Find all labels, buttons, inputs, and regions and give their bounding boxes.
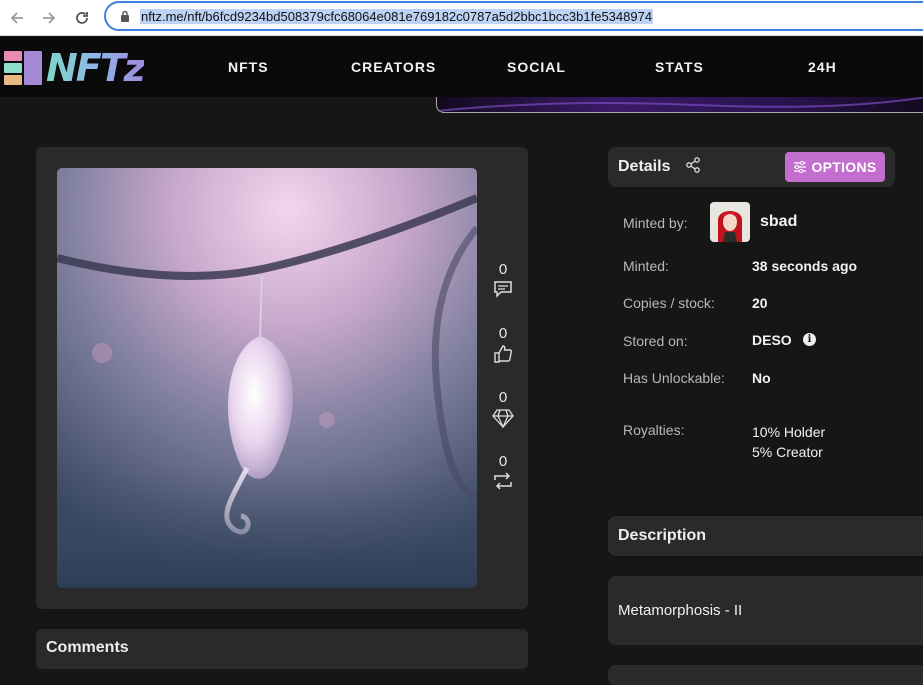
copies-label: Copies / stock: xyxy=(623,295,715,311)
stored-on-label: Stored on: xyxy=(623,333,688,349)
share-icon[interactable] xyxy=(685,157,701,173)
repost-count: 0 xyxy=(498,453,508,470)
diamond-icon xyxy=(492,409,514,428)
description-title: Description xyxy=(618,527,707,544)
options-button[interactable]: OPTIONS xyxy=(785,152,885,182)
like-stat[interactable]: 0 xyxy=(490,325,516,364)
minted-value: 38 seconds ago xyxy=(752,258,858,274)
unlockable-label: Has Unlockable: xyxy=(623,370,725,386)
sliders-icon xyxy=(794,161,807,173)
site-header: NFTz NFTS CREATORS SOCIAL STATS 24H xyxy=(0,37,923,97)
minted-by-label: Minted by: xyxy=(623,215,688,231)
comment-icon xyxy=(494,281,512,298)
info-icon[interactable]: i xyxy=(803,333,816,346)
repost-stat[interactable]: 0 xyxy=(490,453,516,490)
comments-section: Comments xyxy=(36,629,528,669)
options-label: OPTIONS xyxy=(811,159,877,175)
browser-toolbar: nftz.me/nft/b6fcd9234bd508379cfc68064e08… xyxy=(0,0,923,36)
arrow-left-icon[interactable] xyxy=(5,6,29,30)
details-title: Details xyxy=(618,158,671,175)
comment-count: 0 xyxy=(498,261,508,278)
nav-24h[interactable]: 24H xyxy=(808,37,837,97)
nav-nfts[interactable]: NFTS xyxy=(228,37,269,97)
nft-card: 0 0 0 0 xyxy=(36,147,528,609)
url-text[interactable]: nftz.me/nft/b6fcd9234bd508379cfc68064e08… xyxy=(140,9,654,24)
arrow-right-icon[interactable] xyxy=(37,6,61,30)
diamond-stat[interactable]: 0 xyxy=(490,389,516,428)
lock-icon xyxy=(121,10,129,22)
profile-banner xyxy=(436,97,923,113)
reload-icon[interactable] xyxy=(70,6,94,30)
next-section xyxy=(608,665,923,685)
copies-value: 20 xyxy=(752,295,768,311)
description-text: Metamorphosis - II xyxy=(618,602,743,619)
nav-stats[interactable]: STATS xyxy=(655,37,704,97)
logo-mark-icon xyxy=(4,51,42,85)
like-icon xyxy=(494,345,512,363)
nav-creators[interactable]: CREATORS xyxy=(351,37,436,97)
royalty-holder: 10% Holder xyxy=(752,424,826,440)
description-header: Description xyxy=(608,516,923,556)
unlockable-value: No xyxy=(752,370,771,386)
avatar[interactable] xyxy=(710,202,750,242)
description-box: Metamorphosis - II xyxy=(608,576,923,645)
logo[interactable]: NFTz xyxy=(4,46,146,90)
comments-title: Comments xyxy=(46,639,129,656)
diamond-count: 0 xyxy=(498,389,508,406)
logo-text: NFTz xyxy=(46,46,146,90)
minted-label: Minted: xyxy=(623,258,669,274)
details-header: Details OPTIONS xyxy=(608,147,895,187)
repost-icon xyxy=(494,472,512,490)
nft-image[interactable] xyxy=(57,168,477,588)
stored-on-value: DESO xyxy=(752,332,792,348)
like-count: 0 xyxy=(498,325,508,342)
address-bar[interactable]: nftz.me/nft/b6fcd9234bd508379cfc68064e08… xyxy=(104,1,923,31)
nav-social[interactable]: SOCIAL xyxy=(507,37,566,97)
royalty-creator: 5% Creator xyxy=(752,444,823,460)
royalties-label: Royalties: xyxy=(623,422,685,438)
minter-name[interactable]: sbad xyxy=(760,213,797,231)
comment-stat[interactable]: 0 xyxy=(490,261,516,298)
